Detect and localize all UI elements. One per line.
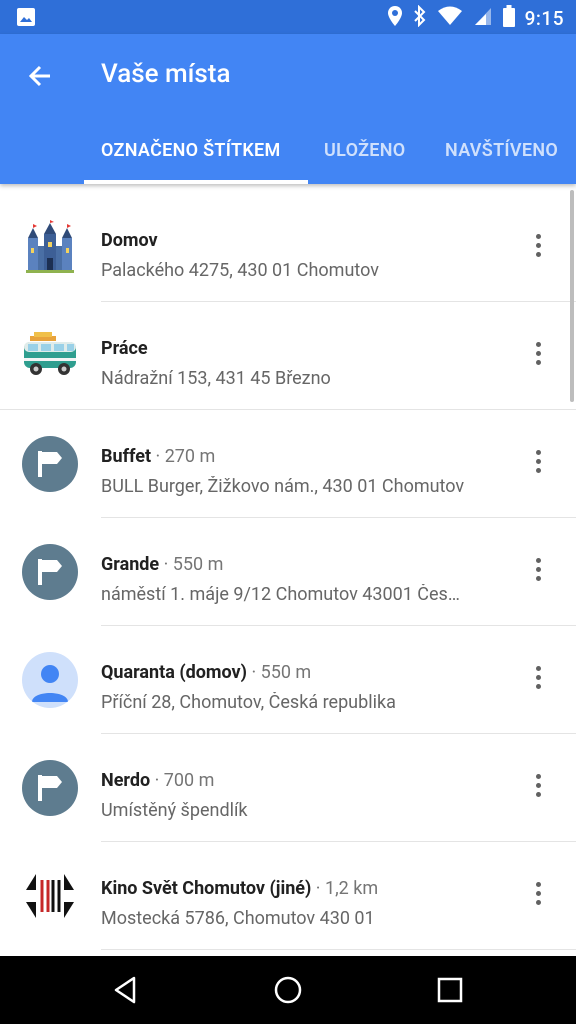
place-address: Palackého 4275, 430 01 Chomutov: [101, 260, 379, 281]
more-options-icon[interactable]: [526, 450, 550, 478]
list-item[interactable]: Quaranta (domov) · 550 m Příční 28, Chom…: [0, 626, 576, 734]
status-bar: 9:15: [0, 0, 576, 34]
place-name: Quaranta (domov): [101, 662, 247, 683]
tab-indicator: [84, 180, 308, 184]
place-name: Práce: [101, 338, 148, 359]
kino-svet-logo-icon: [22, 868, 78, 924]
place-title: Práce: [101, 338, 148, 359]
place-distance: · 270 m: [151, 446, 216, 467]
cell-signal-icon: [473, 6, 493, 30]
place-name: Domov: [101, 230, 158, 251]
place-address: Nádražní 153, 431 45 Březno: [101, 368, 331, 389]
more-options-icon[interactable]: [526, 666, 550, 694]
place-name: Nerdo: [101, 770, 151, 791]
van-icon: [22, 328, 78, 384]
place-name: Grande: [101, 554, 160, 575]
place-title: Kino Svět Chomutov (jiné) · 1,2 km: [101, 878, 378, 899]
recents-nav-icon[interactable]: [434, 974, 466, 1006]
tab-labeled[interactable]: OZNAČENO ŠTÍTKEM: [101, 140, 281, 161]
divider: [101, 949, 576, 950]
back-arrow-icon[interactable]: [24, 60, 56, 92]
place-title: Quaranta (domov) · 550 m: [101, 662, 311, 683]
place-address: Příční 28, Chomutov, Česká republika: [101, 692, 396, 713]
list-item[interactable]: Buffet · 270 m BULL Burger, Žižkovo nám.…: [0, 410, 576, 518]
list-item[interactable]: Kino Svět Chomutov (jiné) · 1,2 km Moste…: [0, 842, 576, 950]
bluetooth-icon: [413, 4, 427, 31]
place-address: Umístěný špendlík: [101, 800, 248, 821]
person-icon: [22, 652, 78, 708]
place-distance: · 700 m: [150, 770, 215, 791]
clock: 9:15: [524, 6, 564, 30]
place-title: Nerdo · 700 m: [101, 770, 214, 791]
list-item[interactable]: Práce Nádražní 153, 431 45 Březno: [0, 302, 576, 410]
place-title: Domov: [101, 230, 158, 251]
place-address: BULL Burger, Žižkovo nám., 430 01 Chomut…: [101, 476, 465, 497]
flag-icon: [22, 544, 78, 600]
list-item[interactable]: Nerdo · 700 m Umístěný špendlík: [0, 734, 576, 842]
place-address: Mostecká 5786, Chomutov 430 01: [101, 908, 375, 929]
home-nav-icon[interactable]: [272, 974, 304, 1006]
more-options-icon[interactable]: [526, 234, 550, 262]
place-title: Grande · 550 m: [101, 554, 223, 575]
place-title: Buffet · 270 m: [101, 446, 215, 467]
battery-icon: [502, 5, 515, 31]
castle-icon: [22, 220, 78, 276]
tab-bar: OZNAČENO ŠTÍTKEM ULOŽENO NAVŠTÍVENO: [0, 126, 576, 184]
gallery-notification-icon: [16, 7, 36, 31]
wifi-icon: [437, 6, 463, 30]
more-options-icon[interactable]: [526, 882, 550, 910]
more-options-icon[interactable]: [526, 774, 550, 802]
scrollbar[interactable]: [570, 190, 574, 402]
tab-visited[interactable]: NAVŠTÍVENO: [445, 140, 558, 161]
place-name: Buffet: [101, 446, 152, 467]
place-distance: · 1,2 km: [311, 878, 379, 899]
tab-saved[interactable]: ULOŽENO: [324, 140, 405, 161]
more-options-icon[interactable]: [526, 342, 550, 370]
location-icon: [387, 5, 403, 31]
place-distance: · 550 m: [246, 662, 312, 683]
list-item[interactable]: Grande · 550 m náměstí 1. máje 9/12 Chom…: [0, 518, 576, 626]
flag-icon: [22, 760, 78, 816]
more-options-icon[interactable]: [526, 558, 550, 586]
navigation-bar: [0, 956, 576, 1024]
list-item[interactable]: Domov Palackého 4275, 430 01 Chomutov: [0, 194, 576, 302]
flag-icon: [22, 436, 78, 492]
app-bar: Vaše místa OZNAČENO ŠTÍTKEM ULOŽENO NAVŠ…: [0, 34, 576, 184]
back-nav-icon[interactable]: [110, 974, 142, 1006]
place-name: Kino Svět Chomutov (jiné): [101, 878, 312, 899]
place-address: náměstí 1. máje 9/12 Chomutov 43001 Čes…: [101, 584, 460, 605]
page-title: Vaše místa: [101, 59, 231, 89]
place-distance: · 550 m: [159, 554, 224, 575]
